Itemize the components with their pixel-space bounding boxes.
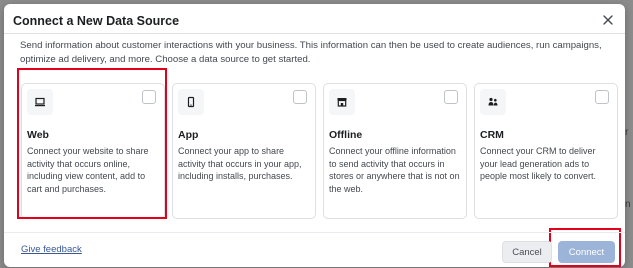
card-description-crm: Connect your CRM to deliver your lead ge… <box>480 146 597 181</box>
dialog-description: Send information about customer interact… <box>20 40 602 65</box>
data-source-card-app[interactable]: App Connect your app to share activity t… <box>172 83 316 219</box>
card-title-offline: Offline <box>329 129 363 141</box>
connect-data-source-dialog: Connect a New Data Source Send informati… <box>4 4 625 267</box>
data-source-card-web[interactable]: Web Connect your website to share activi… <box>21 83 165 219</box>
cancel-button[interactable]: Cancel <box>502 241 552 263</box>
card-description-offline: Connect your offline information to send… <box>329 146 460 194</box>
data-source-card-offline[interactable]: Offline Connect your offline information… <box>323 83 467 219</box>
close-icon <box>603 15 613 25</box>
card-checkbox-web[interactable] <box>142 90 156 104</box>
backdrop-fragment: n <box>625 199 631 210</box>
header-divider <box>4 33 625 34</box>
card-checkbox-crm[interactable] <box>595 90 609 104</box>
backdrop-fragment: r <box>625 127 629 138</box>
data-source-card-crm[interactable]: CRM Connect your CRM to deliver your lea… <box>474 83 618 219</box>
card-checkbox-app[interactable] <box>293 90 307 104</box>
mobile-phone-icon <box>178 89 204 115</box>
people-icon <box>480 89 506 115</box>
monitor-icon <box>27 89 53 115</box>
store-icon <box>329 89 355 115</box>
card-checkbox-offline[interactable] <box>444 90 458 104</box>
connect-button[interactable]: Connect <box>558 241 615 263</box>
card-title-app: App <box>178 129 199 141</box>
card-description-web: Connect your website to share activity t… <box>27 146 149 194</box>
card-title-web: Web <box>27 129 49 141</box>
dialog-title: Connect a New Data Source <box>13 14 180 28</box>
give-feedback-link[interactable]: Give feedback <box>21 244 82 255</box>
card-description-app: Connect your app to share activity that … <box>178 146 302 181</box>
footer-divider <box>4 232 625 233</box>
close-button[interactable] <box>600 12 616 28</box>
card-title-crm: CRM <box>480 129 504 141</box>
